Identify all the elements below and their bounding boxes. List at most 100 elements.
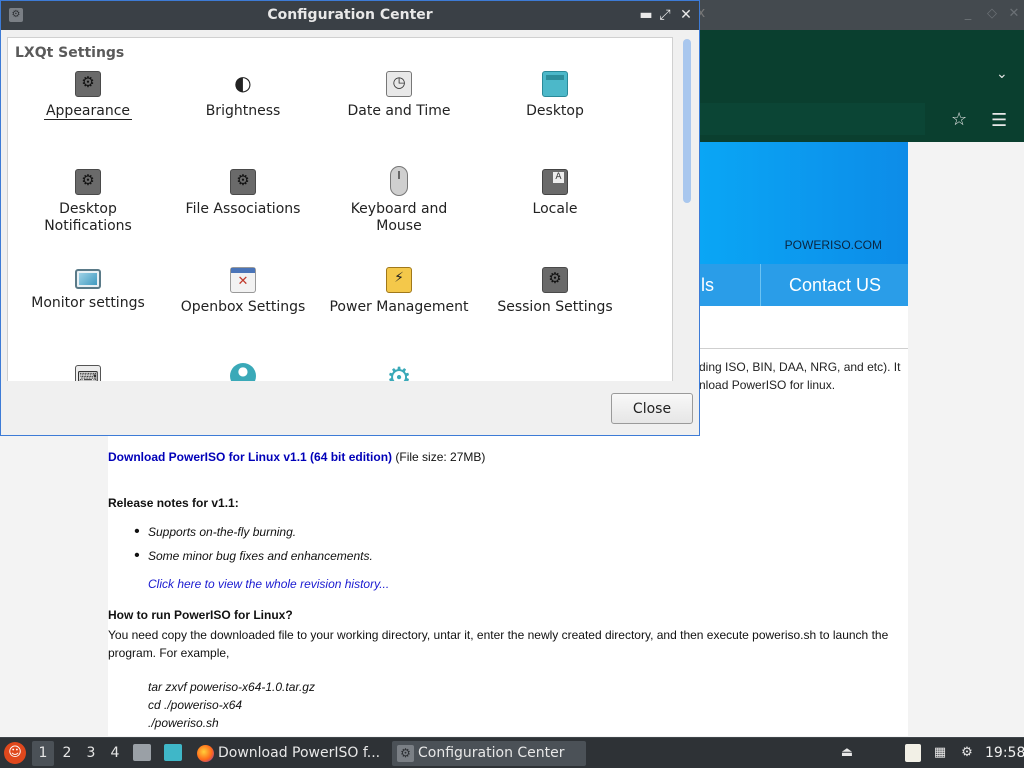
task-label: Download PowerISO f... (218, 745, 381, 761)
url-bar[interactable] (699, 103, 925, 135)
site-nav: ls Contact US (699, 264, 908, 306)
howto-text: You need copy the downloaded file to you… (108, 626, 898, 662)
settings-item-label: Session Settings (497, 299, 613, 315)
maximize-icon[interactable]: ⤢ (657, 7, 673, 23)
start-menu-icon[interactable]: ☺ (4, 742, 26, 764)
window-title: Configuration Center (267, 7, 433, 23)
page-margin-right (908, 142, 1024, 736)
workspace-1[interactable]: 1 (32, 741, 54, 766)
category-label: LXQt Settings (15, 45, 125, 61)
chevron-down-icon[interactable]: ⌄ (996, 66, 1008, 82)
network-icon[interactable]: ▦ (931, 744, 949, 762)
clock[interactable]: 19:58 (985, 741, 1024, 766)
intro-line-1: ding ISO, BIN, DAA, NRG, and etc). It (699, 360, 901, 374)
release-note: Some minor bug fixes and enhancements. (134, 547, 373, 565)
window-titlebar[interactable]: ⚙ Configuration Center ▬ ⤢ ✕ (1, 1, 699, 30)
minimize-icon[interactable]: ▬ (638, 7, 654, 23)
locale-icon (542, 169, 568, 195)
mouse-icon (390, 166, 408, 196)
nav-item-partial[interactable]: ls (699, 264, 761, 306)
browser-close-icon[interactable]: ✕ (1006, 6, 1022, 22)
user-icon (230, 363, 256, 381)
scrollbar-thumb[interactable] (683, 39, 691, 203)
browser-minimize-icon[interactable]: _ (960, 6, 976, 22)
settings-item-label: Locale (532, 201, 578, 217)
command-line: tar zxvf poweriso-x64-1.0.tar.gz (148, 680, 315, 694)
task-firefox[interactable]: Download PowerISO f... (192, 741, 388, 766)
command-block: tar zxvf poweriso-x64-1.0.tar.gz cd ./po… (148, 678, 315, 732)
command-line: ./poweriso.sh (148, 716, 219, 730)
divider (699, 348, 908, 349)
site-brand: POWERISO.COM (784, 238, 882, 252)
nav-item-contact[interactable]: Contact US (762, 264, 908, 306)
download-line: Download PowerISO for Linux v1.1 (64 bit… (108, 450, 485, 464)
task-label: Configuration Center (418, 745, 565, 761)
howto-line-2: program. For example, (108, 646, 230, 660)
workspace-2[interactable]: 2 (56, 741, 78, 766)
settings-list: LXQt Settings Appearance Brightness Date… (7, 37, 673, 381)
settings-item-label: Monitor settings (31, 295, 145, 311)
settings-item-label: Brightness (205, 103, 281, 119)
site-banner: POWERISO.COM (699, 142, 908, 264)
settings-item-label: Date and Time (347, 103, 451, 119)
clipboard-icon[interactable] (905, 744, 921, 762)
desktop-icon (542, 71, 568, 97)
firefox-icon (197, 745, 214, 762)
settings-item-label: Appearance (43, 103, 133, 120)
howto-heading: How to run PowerISO for Linux? (108, 608, 293, 622)
bookmark-star-icon[interactable]: ☆ (951, 109, 967, 130)
taskbar: ☺ 1 2 3 4 Download PowerISO f... ⚙ Confi… (0, 737, 1024, 768)
howto-line-1: You need copy the downloaded file to you… (108, 628, 889, 642)
cog-icon (386, 361, 412, 381)
command-line: cd ./poweriso-x64 (148, 698, 243, 712)
vertical-scrollbar[interactable] (681, 37, 693, 381)
settings-item-lxqt[interactable] (324, 361, 474, 381)
settings-item-monitor[interactable]: Monitor settings (13, 265, 163, 312)
intro-line-2: nload PowerISO for linux. (699, 378, 836, 392)
settings-item-label: Desktop (526, 103, 584, 119)
close-icon[interactable]: ✕ (678, 7, 694, 23)
file-manager-icon[interactable] (133, 744, 151, 761)
show-desktop-icon[interactable] (164, 744, 182, 761)
settings-item-keyboard[interactable] (13, 365, 163, 381)
settings-item-date-time[interactable]: Date and Time (324, 71, 474, 120)
workspace-4[interactable]: 4 (104, 741, 126, 766)
eject-icon[interactable]: ⏏ (838, 744, 856, 762)
openbox-icon (230, 267, 256, 293)
settings-item-appearance[interactable]: Appearance (13, 71, 163, 120)
power-icon (386, 267, 412, 293)
brightness-icon (230, 71, 256, 97)
release-note: Supports on-the-fly burning. (134, 523, 296, 541)
settings-item-power[interactable]: Power Management (324, 267, 474, 316)
settings-item-desktop-notifications[interactable]: Desktop Notifications (13, 169, 163, 235)
clock-icon (386, 71, 412, 97)
settings-item-locale[interactable]: Locale (480, 169, 630, 218)
hamburger-menu-icon[interactable]: ☰ (991, 110, 1007, 131)
download-link[interactable]: Download PowerISO for Linux v1.1 (64 bit… (108, 450, 392, 464)
settings-item-brightness[interactable]: Brightness (168, 71, 318, 120)
revision-history-link[interactable]: Click here to view the whole revision hi… (148, 577, 389, 591)
settings-item-users[interactable] (168, 363, 318, 381)
task-configuration-center[interactable]: ⚙ Configuration Center (392, 741, 586, 766)
intro-text: ding ISO, BIN, DAA, NRG, and etc). It nl… (699, 358, 904, 394)
release-heading: Release notes for v1.1: (108, 496, 239, 510)
keyboard-icon (75, 365, 101, 381)
settings-item-openbox[interactable]: Openbox Settings (168, 267, 318, 316)
settings-item-label: Openbox Settings (180, 299, 306, 315)
settings-item-label: Power Management (329, 299, 469, 315)
workspace-3[interactable]: 3 (80, 741, 102, 766)
settings-tray-icon[interactable]: ⚙ (958, 744, 976, 762)
file-size: (File size: 27MB) (392, 450, 486, 464)
configuration-center-window: ⚙ Configuration Center ▬ ⤢ ✕ LXQt Settin… (0, 0, 700, 436)
browser-maximize-icon[interactable]: ◇ (984, 6, 1000, 22)
settings-item-file-associations[interactable]: File Associations (168, 169, 318, 218)
monitor-icon (75, 269, 101, 289)
settings-item-desktop[interactable]: Desktop (480, 71, 630, 120)
file-associations-icon (230, 169, 256, 195)
settings-item-label: File Associations (185, 201, 301, 217)
settings-icon: ⚙ (397, 745, 414, 762)
settings-item-session[interactable]: Session Settings (480, 267, 630, 316)
settings-item-label: Keyboard and Mouse (350, 201, 448, 234)
close-button[interactable]: Close (611, 393, 693, 424)
settings-item-keyboard-mouse[interactable]: Keyboard and Mouse (324, 166, 474, 235)
